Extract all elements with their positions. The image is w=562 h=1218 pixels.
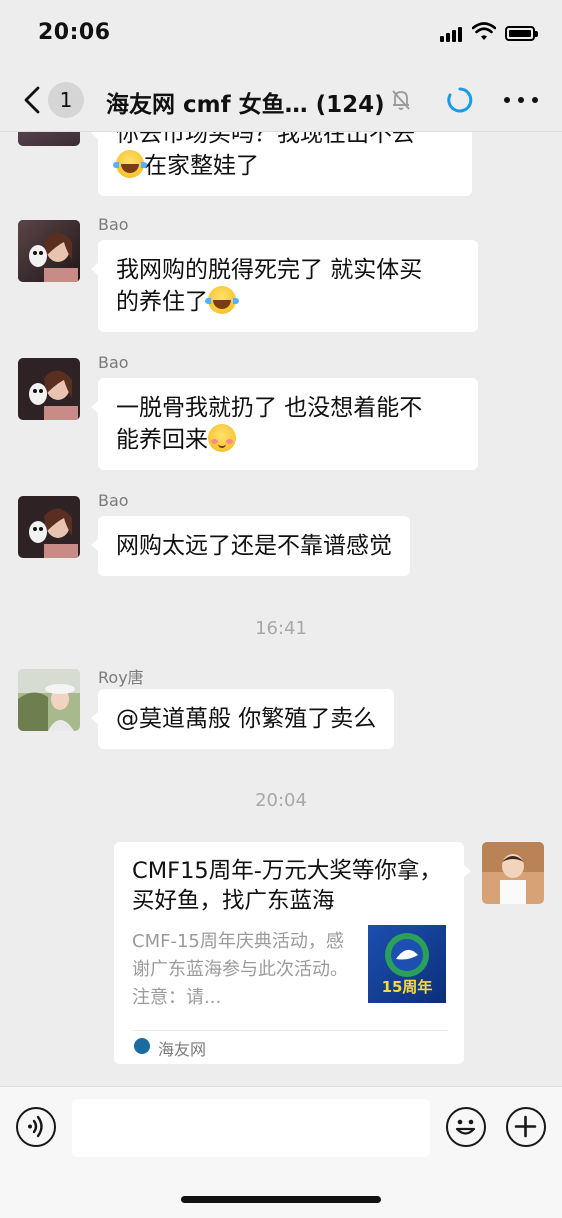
plus-icon xyxy=(514,1115,537,1138)
avatar-bao[interactable] xyxy=(18,220,80,282)
mute-bell-icon xyxy=(392,90,410,110)
more-functions-button[interactable] xyxy=(506,1107,546,1147)
message-text: 一脱骨我就扔了 也没想着能不 xyxy=(116,395,423,421)
status-bar: 20:06 xyxy=(0,0,562,66)
shy-emoji-icon xyxy=(208,424,236,452)
avatar-roy[interactable] xyxy=(18,669,80,731)
avatar-bao[interactable] xyxy=(18,358,80,420)
message-bubble[interactable]: @莫道萬般 你繁殖了卖么 xyxy=(90,689,395,749)
avatar-self[interactable] xyxy=(482,842,544,904)
card-thumbnail: 15周年 xyxy=(368,925,446,1003)
message-text: 网购太远了还是不靠谱感觉 xyxy=(116,533,392,559)
unread-count-badge: 1 xyxy=(48,82,84,118)
timestamp: 20:04 xyxy=(255,790,307,811)
loading-icon xyxy=(447,87,473,113)
laugh-cry-emoji-icon xyxy=(113,150,147,178)
message-bubble[interactable]: 一脱骨我就扔了 也没想着能不 能养回来 xyxy=(91,378,478,470)
sender-name: Roy唐 xyxy=(98,668,144,687)
signal-icon xyxy=(440,26,462,42)
message-bubble[interactable]: 网购太远了还是不靠谱感觉 xyxy=(91,516,410,576)
message-text-cont: 的养住了 xyxy=(116,289,208,315)
divider xyxy=(132,1030,448,1031)
voice-icon xyxy=(28,1115,43,1138)
card-thumbnail-text: 15周年 xyxy=(381,978,433,996)
chat-title: 海友网 cmf 女鱼… (124) xyxy=(106,92,385,118)
sender-name: Bao xyxy=(98,215,129,234)
laugh-cry-emoji-icon xyxy=(205,286,239,314)
home-indicator[interactable] xyxy=(181,1196,381,1203)
message-text: 我网购的脱得死完了 就实体买 xyxy=(116,257,423,283)
voice-button[interactable] xyxy=(16,1107,56,1147)
link-card[interactable]: CMF15周年-万元大奖等你拿，买好鱼，找广东蓝海 CMF-15周年庆典活动，感… xyxy=(114,842,471,1064)
source-logo-icon xyxy=(134,1038,150,1054)
card-description: CMF-15周年庆典活动，感谢广东蓝海参与此次活动。注意：请... xyxy=(132,931,348,1008)
card-title: CMF15周年-万元大奖等你拿，买好鱼，找广东蓝海 xyxy=(132,858,442,914)
dot-icon xyxy=(518,97,524,103)
nav-bar: 1 海友网 cmf 女鱼… (124) xyxy=(0,66,562,132)
emoji-button[interactable] xyxy=(446,1107,486,1147)
message-bubble[interactable]: 我网购的脱得死完了 就实体买 的养住了 xyxy=(91,240,478,332)
avatar-bao[interactable] xyxy=(18,496,80,558)
message-list[interactable]: 你去市场买吗？我现在出不去 在家整娃了 Bao 我网购的脱得死完了 就实体买 的… xyxy=(0,0,562,1086)
wifi-icon xyxy=(472,22,496,40)
card-source: 海友网 xyxy=(158,1040,207,1059)
sender-name: Bao xyxy=(98,491,129,510)
message-text: @莫道萬般 你繁殖了卖么 xyxy=(116,706,377,732)
chevron-left-icon xyxy=(24,86,40,114)
sender-name: Bao xyxy=(98,353,129,372)
message-text-cont: 在家整娃了 xyxy=(144,153,259,179)
more-options-button[interactable] xyxy=(504,88,538,112)
battery-icon xyxy=(505,26,538,41)
timestamp: 16:41 xyxy=(255,618,307,639)
status-time: 20:06 xyxy=(38,20,111,45)
message-text-cont: 能养回来 xyxy=(116,427,208,453)
message-input[interactable] xyxy=(72,1099,430,1157)
back-button[interactable]: 1 xyxy=(18,80,88,120)
dot-icon xyxy=(532,97,538,103)
dot-icon xyxy=(504,97,510,103)
smiley-icon xyxy=(455,1119,476,1135)
